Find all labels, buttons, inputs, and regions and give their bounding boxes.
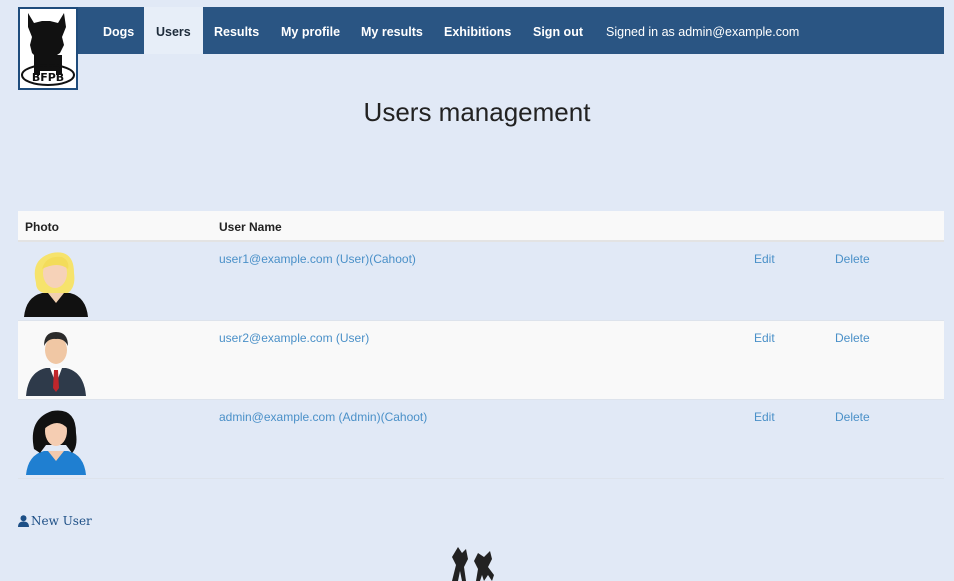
user-icon (18, 515, 29, 527)
nav-sign-out[interactable]: Sign out (533, 7, 583, 54)
page-title: Users management (363, 97, 591, 127)
edit-link[interactable]: Edit (754, 252, 775, 266)
businessman-avatar-icon (22, 326, 90, 396)
nav-my-profile[interactable]: My profile (281, 7, 340, 54)
user-email-link[interactable]: user1@example.com (User)(Cahoot) (219, 252, 416, 266)
new-user-label: New User (31, 514, 92, 528)
delete-link[interactable]: Delete (835, 331, 870, 345)
edit-link[interactable]: Edit (754, 410, 775, 424)
table-row: user1@example.com (User)(Cahoot) Edit De… (18, 242, 944, 321)
username-column-header: User Name (219, 220, 282, 234)
signed-in-status: Signed in as admin@example.com (606, 25, 800, 39)
nav-results[interactable]: Results (214, 7, 259, 54)
new-user-link[interactable]: New User (18, 514, 92, 528)
table-row: admin@example.com (Admin)(Cahoot) Edit D… (18, 400, 944, 479)
photo-column-header: Photo (25, 220, 59, 234)
nav-my-results[interactable]: My results (361, 7, 423, 54)
delete-link[interactable]: Delete (835, 410, 870, 424)
table-row: user2@example.com (User) Edit Delete (18, 321, 944, 400)
svg-text:BFPB: BFPB (32, 71, 64, 84)
users-table-header: Photo User Name (18, 211, 944, 242)
dark-haired-woman-avatar-icon (22, 405, 90, 475)
delete-link[interactable]: Delete (835, 252, 870, 266)
nav-users[interactable]: Users (144, 7, 203, 54)
user-email-link[interactable]: user2@example.com (User) (219, 331, 369, 345)
french-bulldog-logo[interactable]: BFPB (18, 7, 78, 90)
edit-link[interactable]: Edit (754, 331, 775, 345)
nav-exhibitions[interactable]: Exhibitions (444, 7, 511, 54)
dancing-dogs-icon (446, 545, 500, 581)
blonde-woman-avatar-icon (22, 247, 90, 317)
user-email-link[interactable]: admin@example.com (Admin)(Cahoot) (219, 410, 427, 424)
nav-dogs[interactable]: Dogs (103, 7, 134, 54)
